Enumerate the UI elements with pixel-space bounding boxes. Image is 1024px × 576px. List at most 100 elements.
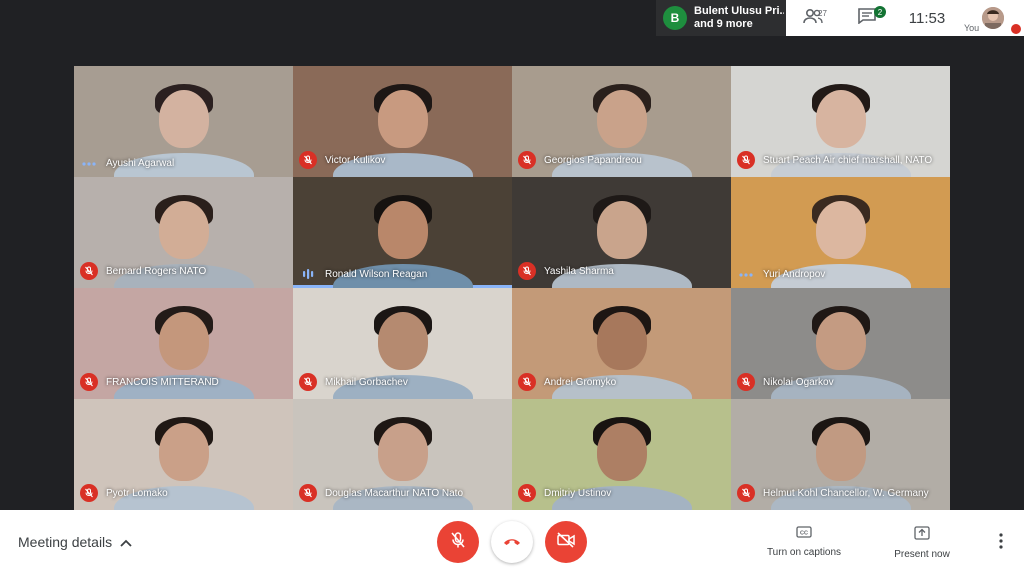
self-muted-icon: [1011, 24, 1021, 34]
participant-tile[interactable]: Douglas Macarthur NATO Nato: [293, 399, 512, 510]
participant-name: Douglas Macarthur NATO Nato: [325, 487, 464, 499]
meeting-details-button[interactable]: Meeting details: [18, 534, 132, 550]
participant-video-face: [596, 423, 647, 481]
hang-up-icon: [502, 533, 522, 551]
mic-off-icon: [518, 262, 536, 280]
leave-call-button[interactable]: [491, 521, 533, 563]
presenter-text: Bulent Ulusu Pri... and 9 more: [694, 5, 784, 31]
participant-label: Andrei Gromyko: [518, 373, 616, 391]
participant-video-face: [815, 90, 866, 148]
participant-grid: Ayushi Agarwal Victor Kulikov Georgios Pap…: [74, 66, 950, 510]
participant-tile[interactable]: FRANCOIS MITTERAND: [74, 288, 293, 399]
present-now-button[interactable]: Present now: [886, 526, 958, 560]
captions-button[interactable]: CC Turn on captions: [762, 526, 846, 558]
participant-label: Victor Kulikov: [299, 151, 385, 169]
self-view-button[interactable]: You: [960, 0, 1024, 36]
participant-video-face: [377, 90, 428, 148]
bottom-bar: Meeting details CC Turn on captions Pres…: [0, 510, 1024, 576]
participant-tile[interactable]: Dmitriy Ustinov: [512, 399, 731, 510]
microphone-toggle-button[interactable]: [437, 521, 479, 563]
participant-tile[interactable]: Georgios Papandreou: [512, 66, 731, 177]
participant-name: Bernard Rogers NATO: [106, 265, 207, 277]
participant-video-face: [158, 423, 209, 481]
mic-off-icon: [80, 262, 98, 280]
participant-label: Ronald Wilson Reagan: [299, 268, 427, 280]
presenter-chip[interactable]: B Bulent Ulusu Pri... and 9 more: [656, 0, 786, 36]
participant-label: Bernard Rogers NATO: [80, 262, 206, 280]
participant-tile[interactable]: Bernard Rogers NATO: [74, 177, 293, 288]
mic-off-icon: [518, 484, 536, 502]
participant-label: FRANCOIS MITTERAND: [80, 373, 219, 391]
participant-video-face: [815, 312, 866, 370]
mic-off-icon: [518, 373, 536, 391]
participant-name: Mikhail Gorbachev: [325, 376, 408, 388]
participant-tile[interactable]: Stuart Peach Air chief marshall, NATO: [731, 66, 950, 177]
participant-label: Nikolai Ogarkov: [737, 373, 834, 391]
participant-label: Dmitriy Ustinov: [518, 484, 611, 502]
participant-name: Stuart Peach Air chief marshall, NATO: [763, 154, 933, 166]
participant-name: Ronald Wilson Reagan: [325, 268, 428, 280]
present-now-label: Present now: [894, 549, 950, 560]
mic-off-icon: [299, 484, 317, 502]
participant-video-face: [596, 90, 647, 148]
more-vert-icon: [999, 532, 1003, 554]
participant-name: Victor Kulikov: [325, 154, 386, 166]
participant-video-face: [596, 201, 647, 259]
self-avatar: [982, 7, 1004, 29]
participant-tile[interactable]: Yuri Andropov: [731, 177, 950, 288]
mic-off-icon: [80, 373, 98, 391]
participant-name: Dmitriy Ustinov: [544, 487, 612, 499]
participant-label: Mikhail Gorbachev: [299, 373, 408, 391]
mic-off-icon: [80, 484, 98, 502]
mic-off-icon: [449, 531, 467, 554]
participant-label: Ayushi Agarwal: [80, 158, 174, 169]
present-screen-icon: [914, 526, 930, 543]
top-bar: 27 2 11:53 You: [786, 0, 1024, 36]
participant-video-face: [596, 312, 647, 370]
more-options-button[interactable]: [994, 532, 1008, 554]
mic-off-icon: [737, 373, 755, 391]
participant-video-face: [158, 201, 209, 259]
mic-off-icon: [737, 484, 755, 502]
svg-text:CC: CC: [800, 530, 808, 536]
participant-label: Yuri Andropov: [737, 269, 825, 280]
participant-name: Nikolai Ogarkov: [763, 376, 834, 388]
participant-video-face: [158, 90, 209, 148]
mic-off-icon: [518, 151, 536, 169]
participant-tile[interactable]: Ronald Wilson Reagan: [293, 177, 512, 288]
captions-label: Turn on captions: [766, 547, 842, 558]
clock: 11:53: [908, 9, 946, 27]
participant-name: Andrei Gromyko: [544, 376, 617, 388]
participant-name: Georgios Papandreou: [544, 154, 642, 166]
participant-tile[interactable]: Nikolai Ogarkov: [731, 288, 950, 399]
participant-video-face: [377, 312, 428, 370]
participant-video-face: [815, 201, 866, 259]
presenter-name: Bulent Ulusu Pri...: [694, 5, 784, 17]
participant-label: Douglas Macarthur NATO Nato: [299, 484, 463, 502]
participant-video-face: [377, 423, 428, 481]
camera-off-icon: [556, 531, 576, 553]
participant-label: Pyotr Lomako: [80, 484, 168, 502]
mic-off-icon: [299, 373, 317, 391]
participant-tile[interactable]: Andrei Gromyko: [512, 288, 731, 399]
participant-video-face: [158, 312, 209, 370]
participant-name: Ayushi Agarwal: [106, 158, 175, 169]
people-button[interactable]: 27: [786, 0, 840, 36]
mic-off-icon: [299, 151, 317, 169]
presenter-more: and 9 more: [694, 18, 753, 30]
meeting-details-label: Meeting details: [18, 534, 113, 550]
participant-tile[interactable]: Helmut Kohl Chancellor, W. Germany: [731, 399, 950, 510]
chevron-up-icon: [112, 534, 132, 550]
participant-tile[interactable]: Victor Kulikov: [293, 66, 512, 177]
you-label: You: [964, 23, 980, 33]
participant-tile[interactable]: Ayushi Agarwal: [74, 66, 293, 177]
participant-name: Yuri Andropov: [763, 269, 826, 280]
participant-tile[interactable]: Pyotr Lomako: [74, 399, 293, 510]
participant-video-face: [815, 423, 866, 481]
participant-tile[interactable]: Yashila Sharma: [512, 177, 731, 288]
participant-tile[interactable]: Mikhail Gorbachev: [293, 288, 512, 399]
camera-toggle-button[interactable]: [545, 521, 587, 563]
participant-video-face: [377, 201, 428, 259]
chat-button[interactable]: 2: [840, 0, 894, 36]
participant-label: Stuart Peach Air chief marshall, NATO: [737, 151, 932, 169]
